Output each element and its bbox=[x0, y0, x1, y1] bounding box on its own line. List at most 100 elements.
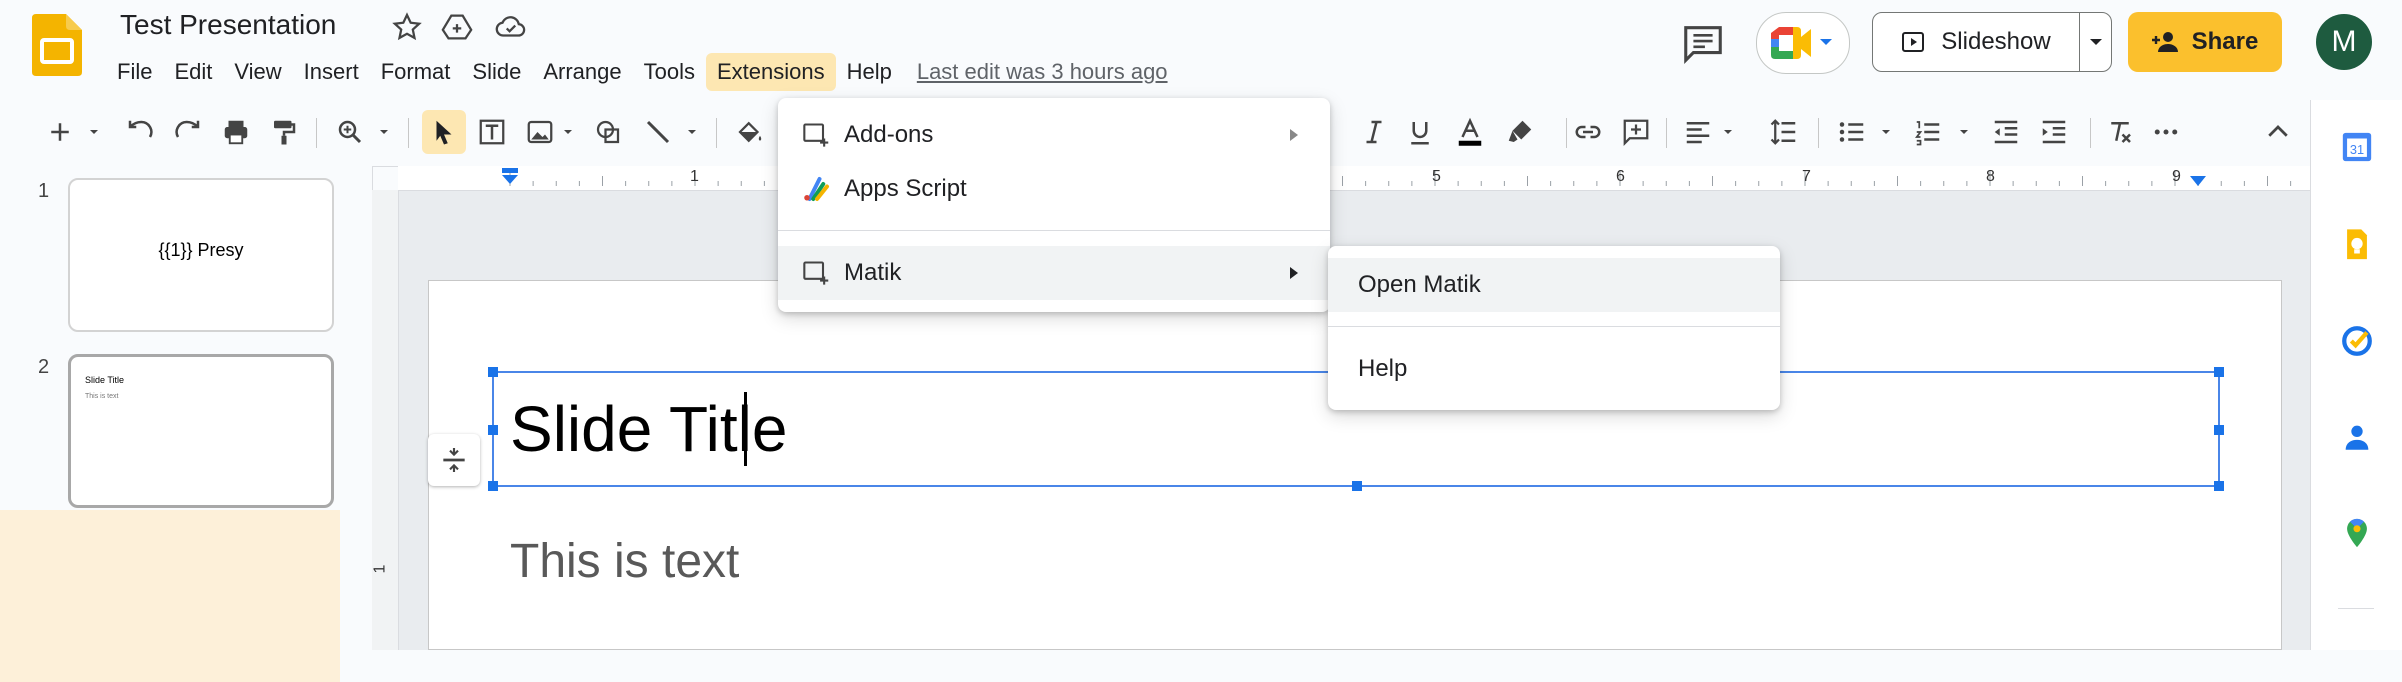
menu-bar: File Edit View Insert Format Slide Arran… bbox=[106, 53, 1168, 91]
menu-item-open-matik[interactable]: Open Matik bbox=[1328, 258, 1780, 312]
menu-insert[interactable]: Insert bbox=[293, 53, 370, 91]
menu-slide[interactable]: Slide bbox=[461, 53, 532, 91]
menu-help[interactable]: Help bbox=[836, 53, 903, 91]
submenu-arrow-icon bbox=[1290, 267, 1298, 279]
decrease-indent-button[interactable] bbox=[1988, 114, 2024, 150]
text-box-button[interactable] bbox=[474, 114, 510, 150]
zoom-button[interactable] bbox=[332, 114, 368, 150]
menu-tools[interactable]: Tools bbox=[633, 53, 706, 91]
share-button[interactable]: Share bbox=[2128, 12, 2282, 72]
shape-button[interactable] bbox=[590, 114, 626, 150]
new-slide-button[interactable] bbox=[42, 114, 78, 150]
insert-comment-button[interactable] bbox=[1618, 114, 1654, 150]
ruler-label: 1 bbox=[690, 168, 699, 185]
menu-item-apps-script[interactable]: Apps Script bbox=[778, 162, 1330, 216]
bulleted-list-button[interactable] bbox=[1834, 114, 1870, 150]
more-options-button[interactable] bbox=[2148, 114, 2184, 150]
link-icon bbox=[1575, 125, 1601, 139]
tasks-icon[interactable] bbox=[2340, 324, 2374, 358]
line-spacing-button[interactable] bbox=[1766, 114, 1802, 150]
text-cursor bbox=[744, 392, 747, 466]
menu-file[interactable]: File bbox=[106, 53, 163, 91]
menu-format[interactable]: Format bbox=[370, 53, 462, 91]
zoom-dropdown[interactable] bbox=[372, 114, 396, 150]
resize-handle[interactable] bbox=[2214, 425, 2224, 435]
slides-logo-icon[interactable] bbox=[32, 14, 82, 76]
paint-bucket-icon bbox=[738, 121, 762, 143]
menu-edit[interactable]: Edit bbox=[163, 53, 223, 91]
menu-item-add-ons[interactable]: Add-ons bbox=[778, 108, 1330, 162]
menu-separator bbox=[1328, 326, 1780, 327]
numbered-list-dropdown[interactable] bbox=[1952, 114, 1976, 150]
bulleted-list-dropdown[interactable] bbox=[1874, 114, 1898, 150]
increase-indent-button[interactable] bbox=[2036, 114, 2072, 150]
account-avatar[interactable]: M bbox=[2316, 14, 2372, 70]
vertical-align-button[interactable] bbox=[428, 434, 480, 486]
matik-submenu: Open Matik Help bbox=[1328, 246, 1780, 410]
numbered-list-button[interactable] bbox=[1910, 114, 1946, 150]
slideshow-label: Slideshow bbox=[1941, 28, 2051, 55]
resize-handle[interactable] bbox=[488, 425, 498, 435]
slide-thumbnail-1[interactable]: {{1}} Presy bbox=[68, 178, 334, 332]
slideshow-button-group: Slideshow bbox=[1872, 12, 2112, 72]
select-tool-button[interactable] bbox=[422, 110, 466, 154]
redo-button[interactable] bbox=[170, 114, 206, 150]
right-indent-marker-icon[interactable] bbox=[2188, 176, 2208, 188]
move-to-drive-icon[interactable] bbox=[440, 10, 474, 44]
last-edit-link[interactable]: Last edit was 3 hours ago bbox=[917, 59, 1168, 85]
comment-history-icon[interactable] bbox=[1680, 20, 1726, 66]
resize-handle[interactable] bbox=[1352, 481, 1362, 491]
menu-item-help[interactable]: Help bbox=[1328, 342, 1780, 396]
collapse-toolbar-button[interactable] bbox=[2260, 114, 2296, 150]
text-color-button[interactable] bbox=[1452, 114, 1488, 150]
slide-body-text[interactable]: This is text bbox=[510, 534, 739, 589]
line-dropdown[interactable] bbox=[680, 114, 704, 150]
keep-icon[interactable] bbox=[2340, 228, 2374, 262]
align-dropdown[interactable] bbox=[1716, 114, 1740, 150]
new-slide-layout-button[interactable] bbox=[82, 114, 106, 150]
italic-button[interactable] bbox=[1356, 114, 1392, 150]
paint-format-button[interactable] bbox=[266, 114, 302, 150]
print-button[interactable] bbox=[218, 114, 254, 150]
align-button[interactable] bbox=[1680, 114, 1716, 150]
thumbnail-body: This is text bbox=[85, 393, 119, 400]
menu-arrange[interactable]: Arrange bbox=[532, 53, 632, 91]
maps-icon[interactable] bbox=[2340, 516, 2374, 550]
vertical-ruler[interactable]: 1 bbox=[371, 190, 399, 650]
undo-button[interactable] bbox=[122, 114, 158, 150]
document-title[interactable]: Test Presentation bbox=[120, 9, 336, 41]
image-button[interactable] bbox=[522, 114, 558, 150]
underline-button[interactable] bbox=[1402, 114, 1438, 150]
fill-color-button[interactable] bbox=[732, 114, 768, 150]
image-dropdown[interactable] bbox=[556, 114, 580, 150]
meet-icon bbox=[1771, 27, 1811, 59]
toolbar-divider bbox=[316, 118, 317, 148]
slideshow-options-button[interactable] bbox=[2080, 13, 2112, 71]
menu-extensions[interactable]: Extensions bbox=[705, 53, 836, 91]
menu-item-matik[interactable]: Matik bbox=[778, 246, 1330, 300]
meet-button[interactable] bbox=[1756, 12, 1850, 74]
star-icon[interactable] bbox=[390, 10, 424, 44]
calendar-icon[interactable]: 31 bbox=[2340, 130, 2374, 164]
slide-number: 1 bbox=[38, 180, 50, 202]
horizontal-ruler[interactable]: 1 5 6 7 8 9 bbox=[398, 166, 2310, 191]
slide-filmstrip: 1 {{1}} Presy 2 Slide Title This is text bbox=[0, 166, 373, 682]
addon-icon bbox=[803, 123, 829, 147]
menu-view[interactable]: View bbox=[223, 53, 292, 91]
slide-thumbnail-2[interactable]: Slide Title This is text bbox=[68, 354, 334, 508]
resize-handle[interactable] bbox=[2214, 481, 2224, 491]
resize-handle[interactable] bbox=[488, 367, 498, 377]
left-indent-marker-icon[interactable] bbox=[500, 168, 520, 186]
resize-handle[interactable] bbox=[488, 481, 498, 491]
contacts-icon[interactable] bbox=[2340, 420, 2374, 454]
ruler-label: 5 bbox=[1432, 168, 1441, 185]
cloud-saved-icon[interactable] bbox=[494, 10, 528, 44]
line-button[interactable] bbox=[640, 114, 676, 150]
highlight-color-button[interactable] bbox=[1502, 114, 1538, 150]
resize-handle[interactable] bbox=[2214, 367, 2224, 377]
slideshow-button[interactable]: Slideshow bbox=[1873, 13, 2079, 71]
insert-link-button[interactable] bbox=[1570, 114, 1606, 150]
numbered-list-icon bbox=[1915, 121, 1940, 146]
menu-item-label: Add-ons bbox=[844, 121, 934, 148]
clear-formatting-button[interactable] bbox=[2102, 114, 2138, 150]
